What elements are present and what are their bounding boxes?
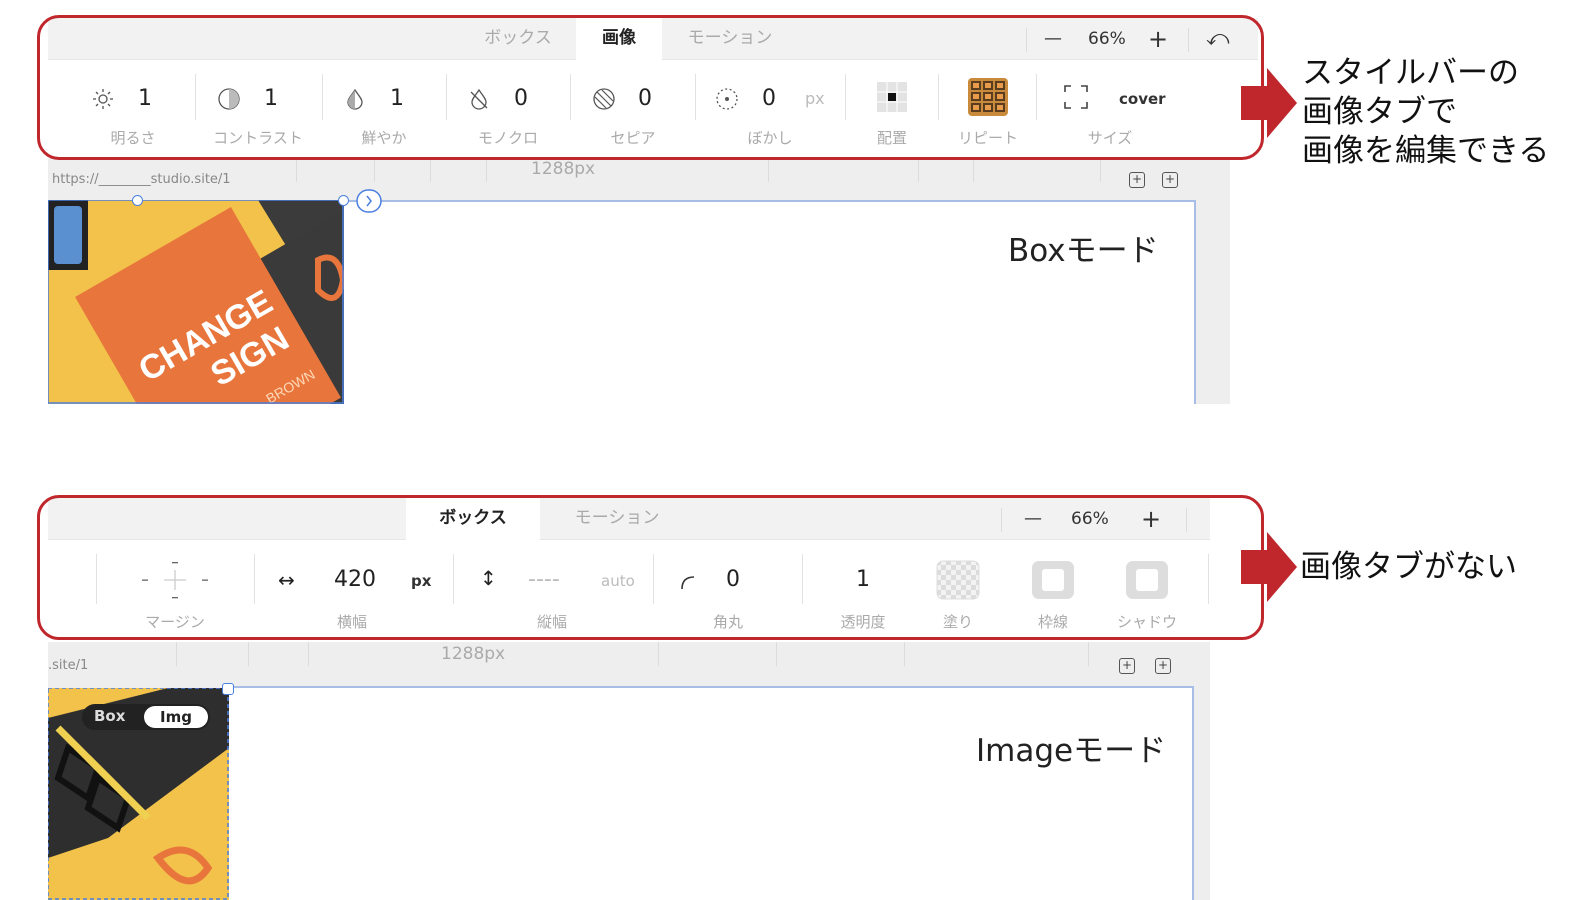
note-top-line2: 画像タブで <box>1302 94 1457 130</box>
add-section-below-icon[interactable]: + <box>1155 658 1171 674</box>
ruler-tick <box>308 642 309 666</box>
add-section-below-icon[interactable]: + <box>1162 172 1178 188</box>
site-url: https://________studio.site/1 <box>52 172 231 187</box>
ruler-tick <box>1088 642 1089 666</box>
mode-label: Boxモード <box>1008 233 1159 269</box>
ruler-tick <box>296 158 297 182</box>
ruler-tick <box>486 158 487 182</box>
chevron-right-icon[interactable] <box>356 189 382 213</box>
bottom-highlight-box <box>37 495 1264 640</box>
note-bottom: 画像タブがない <box>1300 549 1517 585</box>
bottom-canvas[interactable]: .site/1 1288px + + Imageモード Box Img <box>48 642 1210 900</box>
add-section-icon[interactable]: + <box>1129 172 1145 188</box>
note-top-line3: 画像を編集できる <box>1302 133 1550 169</box>
ruler-tick <box>176 642 177 666</box>
site-url: .site/1 <box>48 658 89 673</box>
right-arrow-icon <box>1241 532 1297 602</box>
ruler-tick <box>248 642 249 666</box>
resize-handle[interactable] <box>132 195 143 206</box>
toggle-box[interactable]: Box <box>94 707 125 725</box>
note-top-line1: スタイルバーの <box>1302 55 1519 91</box>
ruler-tick <box>918 158 919 182</box>
top-highlight-box <box>37 15 1264 160</box>
selected-image[interactable]: CHANGE SIGN BROWN <box>48 200 344 404</box>
page-frame <box>226 686 1194 900</box>
ruler-tick <box>973 158 974 182</box>
ruler-tick <box>776 642 777 666</box>
box-img-toggle[interactable]: Box Img <box>82 704 210 730</box>
toggle-img[interactable]: Img <box>144 706 208 728</box>
canvas-width-label: 1288px <box>441 644 506 664</box>
top-canvas[interactable]: https://________studio.site/1 1288px + +… <box>48 158 1230 404</box>
ruler-tick <box>904 642 905 666</box>
canvas-width-label: 1288px <box>531 159 596 179</box>
resize-handle[interactable] <box>338 195 349 206</box>
ruler-tick <box>768 158 769 182</box>
ruler-tick <box>1100 158 1101 182</box>
ruler-tick <box>430 158 431 182</box>
ruler-tick <box>658 642 659 666</box>
add-section-icon[interactable]: + <box>1119 658 1135 674</box>
right-arrow-icon <box>1241 68 1297 138</box>
ruler-tick <box>374 158 375 182</box>
resize-handle[interactable] <box>222 683 234 695</box>
mode-label: Imageモード <box>976 733 1167 769</box>
